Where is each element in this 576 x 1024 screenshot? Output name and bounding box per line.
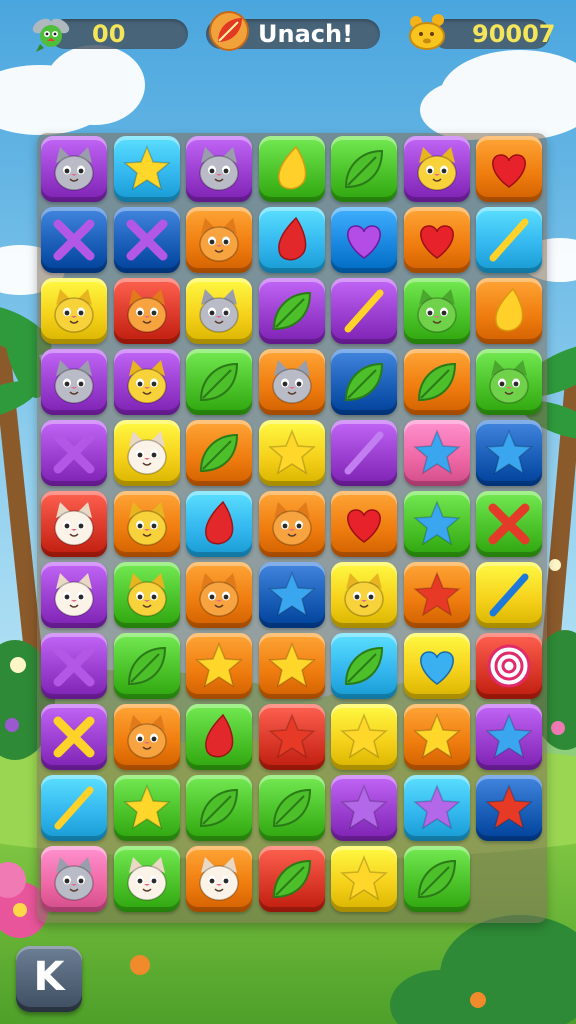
tile-leaf-icon[interactable] <box>186 420 252 486</box>
tile-x-purple-icon[interactable] <box>41 420 107 486</box>
tile-star-yellow-icon[interactable] <box>331 846 397 912</box>
moves-counter-value: 00 <box>92 20 126 48</box>
tile-leaf-icon[interactable] <box>258 278 325 344</box>
tile-x-red-icon[interactable] <box>476 491 542 557</box>
k-button[interactable]: K <box>16 946 82 1012</box>
tile-stick-yellow-icon[interactable] <box>331 278 397 344</box>
tile-star-yellow-icon[interactable] <box>113 775 180 841</box>
tile-cat-gray-icon[interactable] <box>41 136 107 202</box>
tile-stick-yellow-icon[interactable] <box>41 775 107 841</box>
tile-cat-orange-icon[interactable] <box>113 704 180 770</box>
tile-star-yellow-icon[interactable] <box>113 136 180 202</box>
player-name: Unach! <box>258 20 354 48</box>
tile-star-red-icon[interactable] <box>403 562 470 628</box>
tile-cat-white-icon[interactable] <box>41 562 107 628</box>
tile-star-blue-icon[interactable] <box>258 562 325 628</box>
tile-cat-gray-icon[interactable] <box>258 349 325 415</box>
tile-cat-white-icon[interactable] <box>113 420 180 486</box>
tile-leaf-icon[interactable] <box>186 775 252 841</box>
score-value: 90007 <box>472 20 556 48</box>
tile-star-blue-icon[interactable] <box>403 491 470 557</box>
tile-leaf-icon[interactable] <box>403 846 470 912</box>
tile-x-yellow-icon[interactable] <box>41 704 107 770</box>
tile-star-blue-icon[interactable] <box>476 420 542 486</box>
tile-leaf-icon[interactable] <box>113 633 180 699</box>
tile-heart-icon[interactable] <box>331 491 397 557</box>
tile-x-purple-icon[interactable] <box>41 633 107 699</box>
tile-cat-yellow-icon[interactable] <box>113 349 180 415</box>
tile-star-purple-icon[interactable] <box>331 775 397 841</box>
tile-leaf-icon[interactable] <box>331 633 397 699</box>
tile-cat-orange-icon[interactable] <box>186 207 252 273</box>
tile-star-yellow-icon[interactable] <box>331 704 397 770</box>
tile-cat-white-icon[interactable] <box>113 846 180 912</box>
tile-star-red-icon[interactable] <box>476 775 542 841</box>
tile-star-blue-icon[interactable] <box>476 704 542 770</box>
tile-cat-gray-icon[interactable] <box>186 278 252 344</box>
tile-drop-red-icon[interactable] <box>186 491 252 557</box>
tile-target-icon[interactable] <box>476 633 542 699</box>
tile-leaf-icon[interactable] <box>258 775 325 841</box>
tile-drop-red-icon[interactable] <box>186 704 252 770</box>
tile-stick-blue-icon[interactable] <box>476 562 542 628</box>
tile-star-yellow-icon[interactable] <box>258 633 325 699</box>
tile-leaf-icon[interactable] <box>186 349 252 415</box>
tile-star-yellow-icon[interactable] <box>258 420 325 486</box>
tile-leaf-icon[interactable] <box>331 136 397 202</box>
fairy-bird-icon <box>32 18 70 52</box>
tile-star-blue-icon[interactable] <box>403 420 470 486</box>
tile-star-red-icon[interactable] <box>258 704 325 770</box>
tile-drop-yellow-icon[interactable] <box>476 278 542 344</box>
tile-leaf-icon[interactable] <box>258 846 325 912</box>
tile-cat-orange-icon[interactable] <box>258 491 325 557</box>
tile-star-yellow-icon[interactable] <box>403 704 470 770</box>
tile-cat-white-icon[interactable] <box>41 491 107 557</box>
tile-heart-icon[interactable] <box>403 207 470 273</box>
tile-heart-icon[interactable] <box>476 136 542 202</box>
tile-cat-white-icon[interactable] <box>186 846 252 912</box>
game-board <box>37 133 547 923</box>
tile-star-purple-icon[interactable] <box>403 775 470 841</box>
tile-stick-yellow-icon[interactable] <box>476 207 542 273</box>
tile-star-yellow-icon[interactable] <box>186 633 252 699</box>
tile-cat-orange-icon[interactable] <box>186 562 252 628</box>
tile-cat-gray-icon[interactable] <box>41 846 107 912</box>
tile-cat-gray-icon[interactable] <box>186 136 252 202</box>
tile-stick-purple-icon[interactable] <box>331 420 397 486</box>
tile-x-purple-icon[interactable] <box>41 207 107 273</box>
tile-cat-yellow-icon[interactable] <box>113 491 180 557</box>
tile-drop-yellow-icon[interactable] <box>258 136 325 202</box>
tile-cat-gray-icon[interactable] <box>41 349 107 415</box>
tile-heart-blue-icon[interactable] <box>403 633 470 699</box>
tile-cat-orange-icon[interactable] <box>113 278 180 344</box>
leaf-emblem-icon <box>209 11 249 51</box>
tile-cat-yellow-icon[interactable] <box>403 136 470 202</box>
tile-leaf-icon[interactable] <box>403 349 470 415</box>
tile-leaf-icon[interactable] <box>331 349 397 415</box>
tile-cat-green-icon[interactable] <box>403 278 470 344</box>
tile-cat-yellow-icon[interactable] <box>331 562 397 628</box>
tile-drop-red-icon[interactable] <box>258 207 325 273</box>
trophy-bear-icon <box>409 14 445 50</box>
tile-x-purple-icon[interactable] <box>113 207 180 273</box>
tile-cat-green-icon[interactable] <box>476 349 542 415</box>
tile-cat-yellow-icon[interactable] <box>113 562 180 628</box>
tile-cat-yellow-icon[interactable] <box>41 278 107 344</box>
tile-heart-purple-icon[interactable] <box>331 207 397 273</box>
